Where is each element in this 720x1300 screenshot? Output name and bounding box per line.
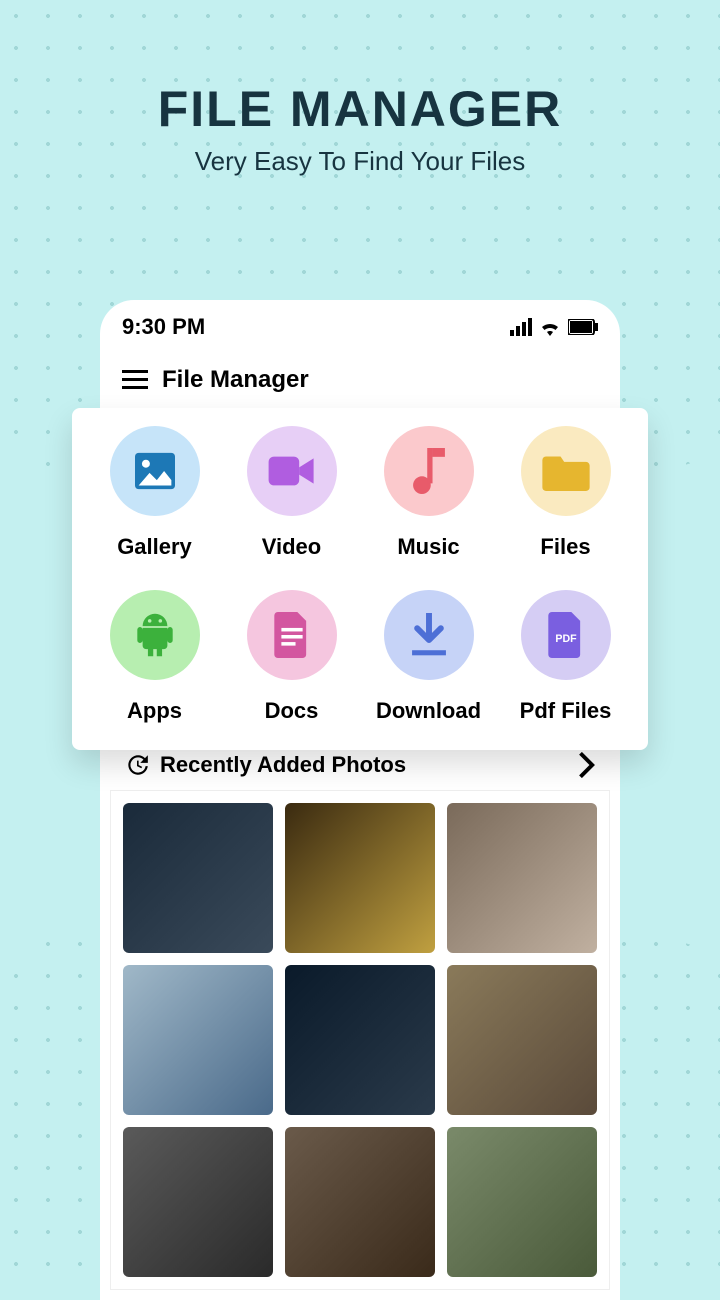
folder-icon: [521, 426, 611, 516]
photo-thumbnail[interactable]: [447, 1127, 597, 1277]
photo-thumbnail[interactable]: [123, 1127, 273, 1277]
category-label: Gallery: [117, 534, 192, 560]
music-icon: [384, 426, 474, 516]
category-item-download[interactable]: Download: [360, 590, 497, 724]
photo-grid-container: [110, 790, 610, 1290]
photo-thumbnail[interactable]: [123, 803, 273, 953]
doc-icon: [247, 590, 337, 680]
hero-subtitle: Very Easy To Find Your Files: [0, 146, 720, 177]
image-icon: [110, 426, 200, 516]
category-item-image[interactable]: Gallery: [86, 426, 223, 560]
signal-icon: [510, 318, 532, 336]
category-label: Apps: [127, 698, 182, 724]
photo-thumbnail[interactable]: [447, 803, 597, 953]
hamburger-icon[interactable]: [122, 370, 148, 390]
hero-title: FILE MANAGER: [0, 80, 720, 138]
android-icon: [110, 590, 200, 680]
download-icon: [384, 590, 474, 680]
photo-thumbnail[interactable]: [285, 965, 435, 1115]
photo-thumbnail[interactable]: [285, 803, 435, 953]
photo-thumbnail[interactable]: [123, 965, 273, 1115]
wifi-icon: [538, 318, 562, 336]
category-label: Files: [540, 534, 590, 560]
category-label: Pdf Files: [520, 698, 612, 724]
photo-thumbnail[interactable]: [447, 965, 597, 1115]
battery-icon: [568, 319, 598, 335]
app-title: File Manager: [162, 366, 309, 394]
category-item-pdf[interactable]: PDF Pdf Files: [497, 590, 634, 724]
category-item-folder[interactable]: Files: [497, 426, 634, 560]
category-label: Docs: [265, 698, 319, 724]
video-icon: [247, 426, 337, 516]
category-card: Gallery Video Music Files Apps Docs Down…: [72, 408, 648, 750]
status-indicators: [510, 318, 598, 336]
category-label: Video: [262, 534, 322, 560]
category-item-doc[interactable]: Docs: [223, 590, 360, 724]
category-item-music[interactable]: Music: [360, 426, 497, 560]
category-label: Download: [376, 698, 481, 724]
svg-text:PDF: PDF: [555, 633, 577, 645]
category-item-video[interactable]: Video: [223, 426, 360, 560]
category-label: Music: [397, 534, 459, 560]
status-time: 9:30 PM: [122, 314, 205, 340]
pdf-icon: PDF: [521, 590, 611, 680]
status-bar: 9:30 PM: [100, 300, 620, 348]
promo-hero: FILE MANAGER Very Easy To Find Your File…: [0, 0, 720, 177]
history-icon: [124, 752, 150, 778]
app-bar: File Manager: [100, 348, 620, 408]
category-item-android[interactable]: Apps: [86, 590, 223, 724]
recent-title: Recently Added Photos: [160, 752, 568, 778]
chevron-right-icon: [578, 752, 596, 778]
photo-thumbnail[interactable]: [285, 1127, 435, 1277]
